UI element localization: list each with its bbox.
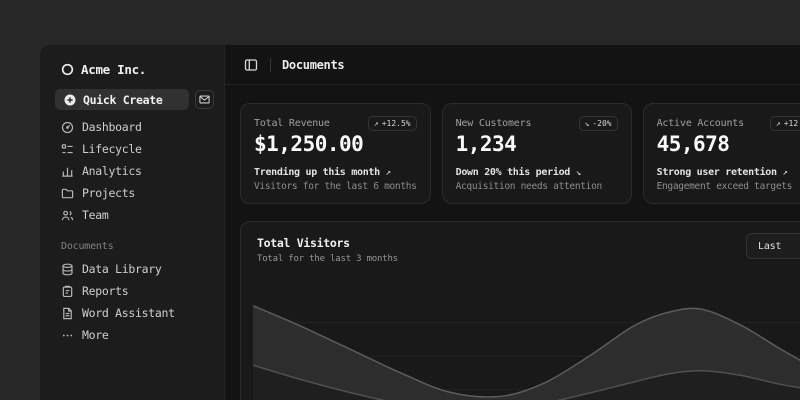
brand-label: Acme Inc. (81, 62, 146, 77)
sidebar-documents-nav: Data Library Reports Word Assistant (50, 258, 214, 346)
sidebar-item-word-assistant[interactable]: Word Assistant (50, 302, 214, 324)
sidebar-item-label: Dashboard (82, 120, 142, 134)
card-value: $1,250.00 (254, 132, 417, 156)
footer-main-text: Trending up this month (254, 167, 380, 178)
panel-left-icon (244, 58, 258, 72)
visitors-area-chart[interactable] (253, 289, 800, 400)
quick-create-row: Quick Create (50, 89, 214, 110)
sidebar-item-reports[interactable]: Reports (50, 280, 214, 302)
sidebar-item-more[interactable]: More (50, 324, 214, 346)
users-icon (61, 209, 74, 222)
sidebar-item-label: Word Assistant (82, 306, 175, 320)
sidebar-item-label: Lifecycle (82, 142, 142, 156)
sidebar-toggle-button[interactable] (243, 57, 259, 73)
main-area: Documents Total Revenue ↗ +12.5% $1,250.… (225, 45, 800, 400)
trend-badge: ↗ +12.5% (770, 116, 800, 131)
sidebar-item-data-library[interactable]: Data Library (50, 258, 214, 280)
trend-badge: ↘ -20% (579, 116, 618, 131)
total-visitors-card: Total Visitors Total for the last 3 mont… (240, 221, 800, 400)
card-footer: Strong user retention ↗ Engagement excee… (657, 167, 800, 192)
quick-create-button[interactable]: Quick Create (55, 89, 189, 110)
quick-create-label: Quick Create (83, 93, 162, 107)
sidebar-item-label: Data Library (82, 262, 161, 276)
stat-card-new-customers: New Customers ↘ -20% 1,234 Down 20% this… (442, 103, 632, 204)
sidebar-item-dashboard[interactable]: Dashboard (50, 116, 214, 138)
list-details-icon (61, 143, 74, 156)
card-label: New Customers (456, 116, 532, 129)
sidebar-item-label: Analytics (82, 164, 142, 178)
page-backdrop: Acme Inc. Quick Create (0, 0, 800, 400)
inbox-button[interactable] (195, 90, 214, 109)
footer-sub-text: Acquisition needs attention (456, 181, 618, 192)
sidebar-item-label: Projects (82, 186, 135, 200)
card-value: 45,678 (657, 132, 800, 156)
sidebar-item-analytics[interactable]: Analytics (50, 160, 214, 182)
sidebar-item-label: Reports (82, 284, 128, 298)
folder-icon (61, 187, 74, 200)
trending-up-icon: ↗ (386, 168, 391, 178)
sidebar-item-label: More (82, 328, 109, 342)
trending-up-icon: ↗ (782, 168, 787, 178)
badge-value: +12.5% (382, 119, 411, 128)
trend-badge: ↗ +12.5% (368, 116, 417, 131)
topbar-separator (270, 58, 271, 72)
topbar: Documents (225, 45, 800, 85)
dashboard-icon (61, 121, 74, 134)
sidebar-section-label: Documents (61, 241, 214, 252)
envelope-icon (199, 94, 210, 105)
file-text-icon (61, 307, 74, 320)
badge-value: +12.5% (784, 119, 800, 128)
card-label: Active Accounts (657, 116, 744, 129)
chart-bar-icon (61, 165, 74, 178)
stat-card-active-accounts: Active Accounts ↗ +12.5% 45,678 Strong u… (643, 103, 800, 204)
trending-down-icon: ↘ (576, 168, 581, 178)
card-footer: Down 20% this period ↘ Acquisition needs… (456, 167, 618, 192)
clipboard-icon (61, 285, 74, 298)
sidebar: Acme Inc. Quick Create (40, 45, 225, 400)
sidebar-item-label: Team (82, 208, 109, 222)
footer-main-text: Strong user retention (657, 167, 777, 178)
circle-plus-icon (64, 94, 76, 106)
stat-cards-row: Total Revenue ↗ +12.5% $1,250.00 Trendin… (240, 103, 800, 204)
dots-icon (61, 329, 74, 342)
card-footer: Trending up this month ↗ Visitors for th… (254, 167, 417, 192)
card-label: Total Revenue (254, 116, 330, 129)
badge-value: -20% (592, 119, 611, 128)
footer-sub-text: Visitors for the last 6 months (254, 181, 417, 192)
content: Total Revenue ↗ +12.5% $1,250.00 Trendin… (225, 85, 800, 400)
app-window: Acme Inc. Quick Create (40, 45, 800, 400)
sidebar-item-lifecycle[interactable]: Lifecycle (50, 138, 214, 160)
chart-title: Total Visitors (257, 236, 800, 250)
footer-sub-text: Engagement exceed targets (657, 181, 800, 192)
brand[interactable]: Acme Inc. (50, 58, 214, 80)
database-icon (61, 263, 74, 276)
page-title: Documents (282, 58, 344, 72)
sidebar-main-nav: Dashboard Lifecycle Analytics (50, 116, 214, 226)
footer-main-text: Down 20% this period (456, 167, 570, 178)
trending-up-icon: ↗ (776, 119, 781, 128)
chart-subtitle: Total for the last 3 months (257, 254, 800, 264)
sidebar-item-projects[interactable]: Projects (50, 182, 214, 204)
trending-up-icon: ↗ (374, 119, 379, 128)
sidebar-item-team[interactable]: Team (50, 204, 214, 226)
chart-range-button[interactable]: Last (746, 233, 800, 259)
trending-down-icon: ↘ (585, 119, 590, 128)
ring-logo-icon (61, 63, 74, 76)
stat-card-total-revenue: Total Revenue ↗ +12.5% $1,250.00 Trendin… (240, 103, 431, 204)
card-value: 1,234 (456, 132, 618, 156)
